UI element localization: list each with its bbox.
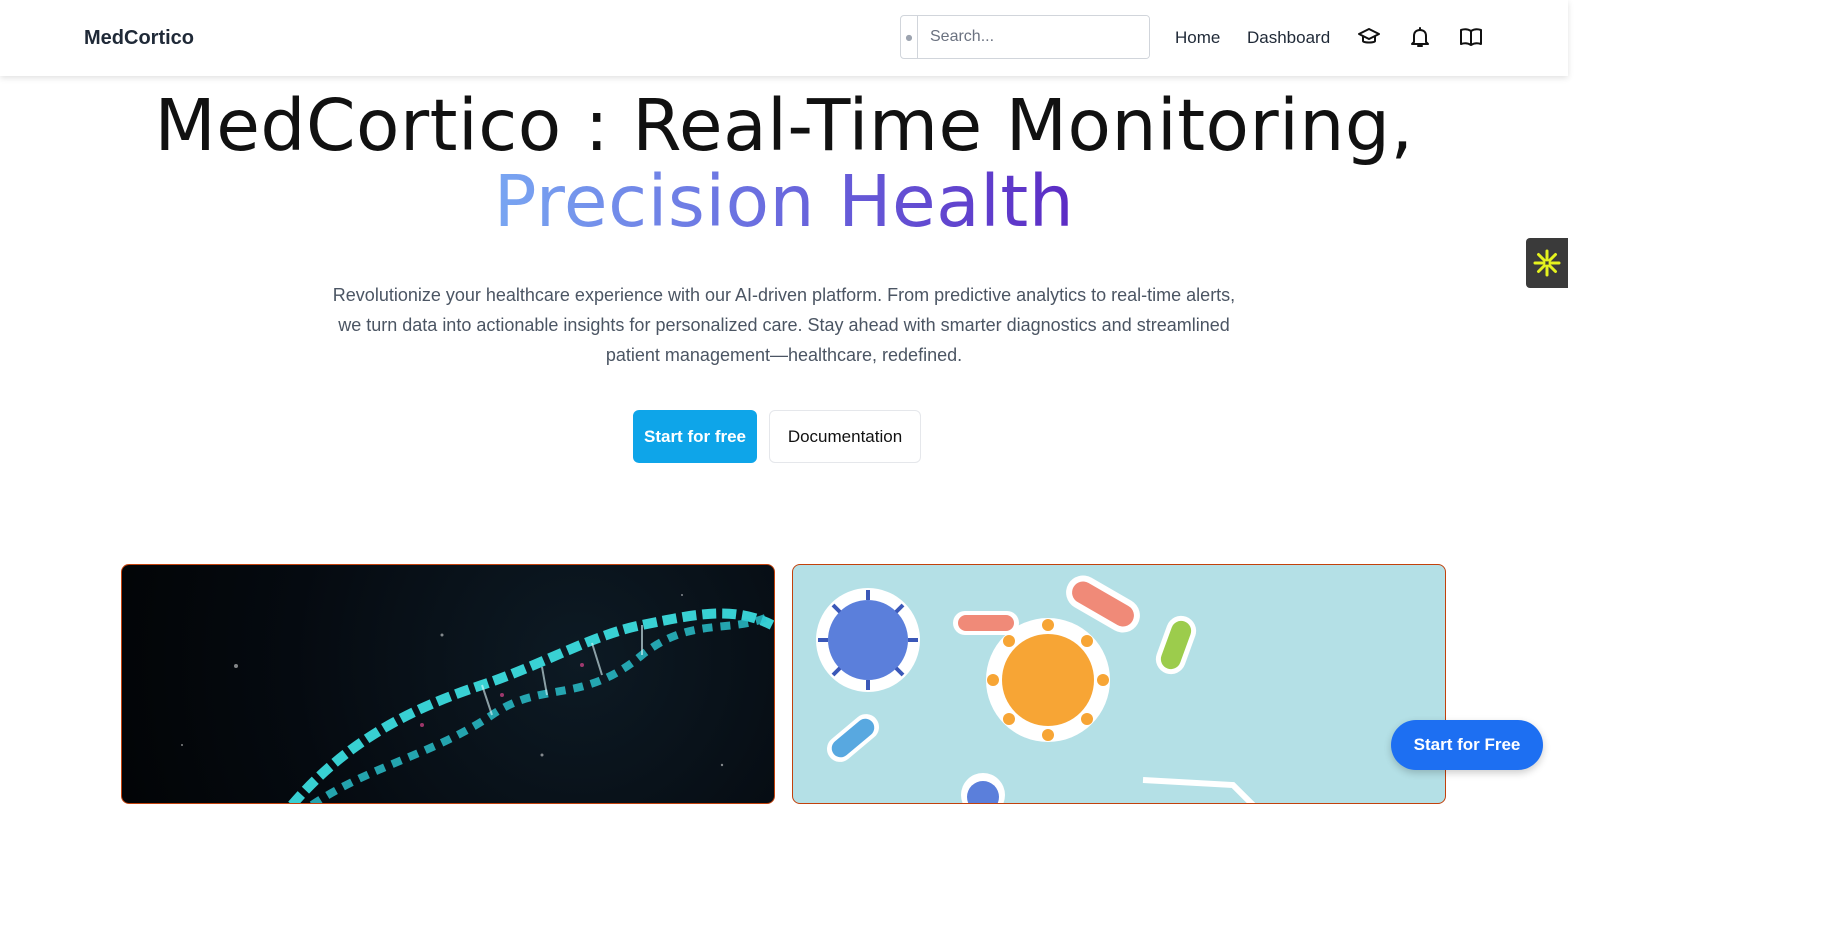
documentation-button[interactable]: Documentation — [769, 410, 921, 463]
hero-subtitle: Revolutionize your healthcare experience… — [332, 285, 1236, 365]
hero-title: MedCortico : Real-Time Monitoring, Preci… — [0, 88, 1568, 240]
hero-title-line1: MedCortico : Real-Time Monitoring, — [154, 84, 1414, 167]
blue-virus-sticker — [816, 588, 920, 692]
green-bacteria-sticker — [1155, 615, 1197, 675]
start-free-button[interactable]: Start for free — [633, 410, 757, 463]
graduation-cap-icon[interactable] — [1357, 25, 1381, 49]
floating-start-free-button[interactable]: Start for Free — [1391, 720, 1543, 770]
nav-home[interactable]: Home — [1175, 28, 1220, 48]
germs-image-card — [792, 564, 1446, 804]
germs-illustration — [816, 575, 1256, 803]
hero-title-line2: Precision Health — [493, 160, 1075, 243]
book-open-icon[interactable] — [1459, 25, 1483, 49]
blue-bacteria-sticker — [826, 714, 880, 762]
top-navbar: MedCortico ● Home Dashboard — [0, 0, 1568, 76]
dna-image-card — [121, 564, 775, 804]
search-box: ● — [900, 15, 1150, 59]
dna-helix-illustration — [181, 594, 774, 803]
brand-logo[interactable]: MedCortico — [84, 27, 194, 50]
search-input[interactable] — [918, 16, 1149, 58]
asterisk-icon — [1533, 249, 1561, 277]
search-icon[interactable]: ● — [901, 16, 918, 58]
accessibility-widget[interactable] — [1526, 238, 1568, 288]
bell-icon[interactable] — [1408, 25, 1432, 49]
orange-virus-sticker — [986, 618, 1110, 742]
nav-dashboard[interactable]: Dashboard — [1247, 28, 1330, 48]
